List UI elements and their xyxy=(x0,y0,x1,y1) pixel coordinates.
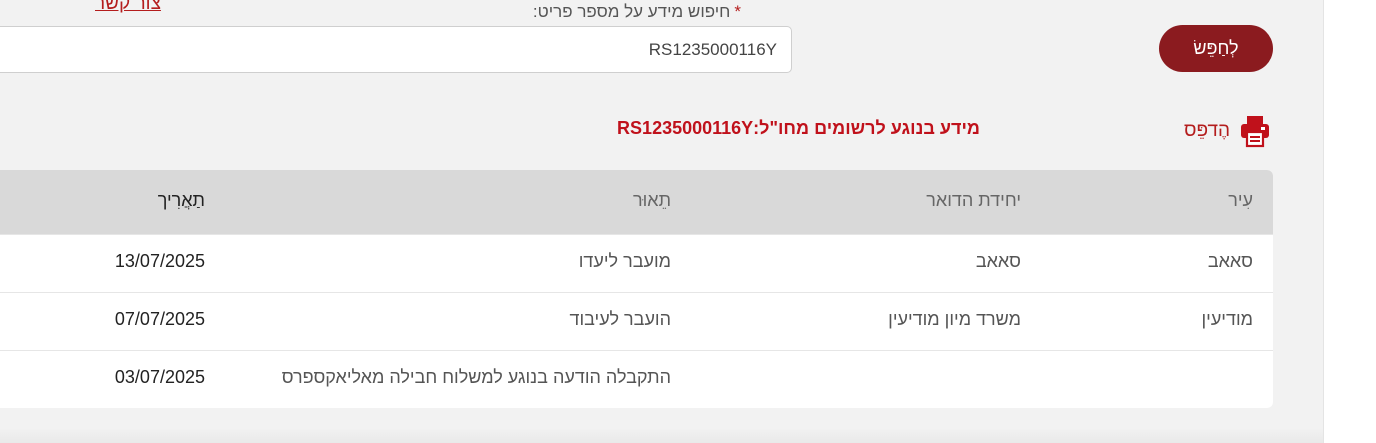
scrollbar-area[interactable] xyxy=(1323,0,1376,443)
cell-description: הועבר לעיבוד xyxy=(569,309,671,329)
column-header-date: תַאֲרִיך xyxy=(157,190,205,210)
print-button[interactable]: הֶדפֵּס xyxy=(1184,113,1272,149)
cell-city: סאאב xyxy=(1207,251,1253,271)
search-button[interactable]: לְחַפֵּשׂ xyxy=(1159,25,1273,72)
required-marker: * xyxy=(734,2,741,21)
table-row: התקבלה הודעה בנוגע למשלוח חבילה מאליאקספ… xyxy=(0,350,1273,408)
tracking-table: עִיר יחידת הדואר תֵאוּר תַאֲרִיך סאאב סא… xyxy=(0,170,1273,408)
cell-city: מודיעין xyxy=(1201,309,1253,329)
page: צור קשר *חיפוש מידע על מספר פריט: לְחַפֵ… xyxy=(0,0,1323,443)
cell-description: התקבלה הודעה בנוגע למשלוח חבילה מאליאקספ… xyxy=(281,367,671,387)
table-header: עִיר יחידת הדואר תֵאוּר תַאֲרִיך xyxy=(0,170,1273,234)
table-row: סאאב סאאב מועבר ליעדו 13/07/2025 xyxy=(0,234,1273,293)
printer-icon xyxy=(1238,114,1272,148)
table-row: מודיעין משרד מיון מודיעין הועבר לעיבוד 0… xyxy=(0,292,1273,351)
cell-date: 07/07/2025 xyxy=(114,309,205,329)
cell-postal-unit: סאאב xyxy=(975,251,1021,271)
column-header-description: תֵאוּר xyxy=(632,190,671,210)
cell-date: 13/07/2025 xyxy=(114,251,205,271)
contact-link[interactable]: צור קשר xyxy=(95,0,161,15)
print-label: הֶדפֵּס xyxy=(1184,120,1231,141)
cell-postal-unit: משרד מיון מודיעין xyxy=(888,309,1021,329)
result-title: מידע בנוגע לרשומים מחו"ל:RS1235000116Y xyxy=(617,118,980,138)
cell-description: מועבר ליעדו xyxy=(578,251,671,271)
cell-date: 03/07/2025 xyxy=(114,367,205,387)
search-label-text: חיפוש מידע על מספר פריט: xyxy=(532,2,731,21)
search-label: *חיפוש מידע על מספר פריט: xyxy=(533,2,741,22)
column-header-city: עִיר xyxy=(1228,190,1253,210)
search-input[interactable] xyxy=(0,26,792,73)
page-bottom-edge xyxy=(0,428,1323,443)
column-header-postal-unit: יחידת הדואר xyxy=(926,190,1021,210)
